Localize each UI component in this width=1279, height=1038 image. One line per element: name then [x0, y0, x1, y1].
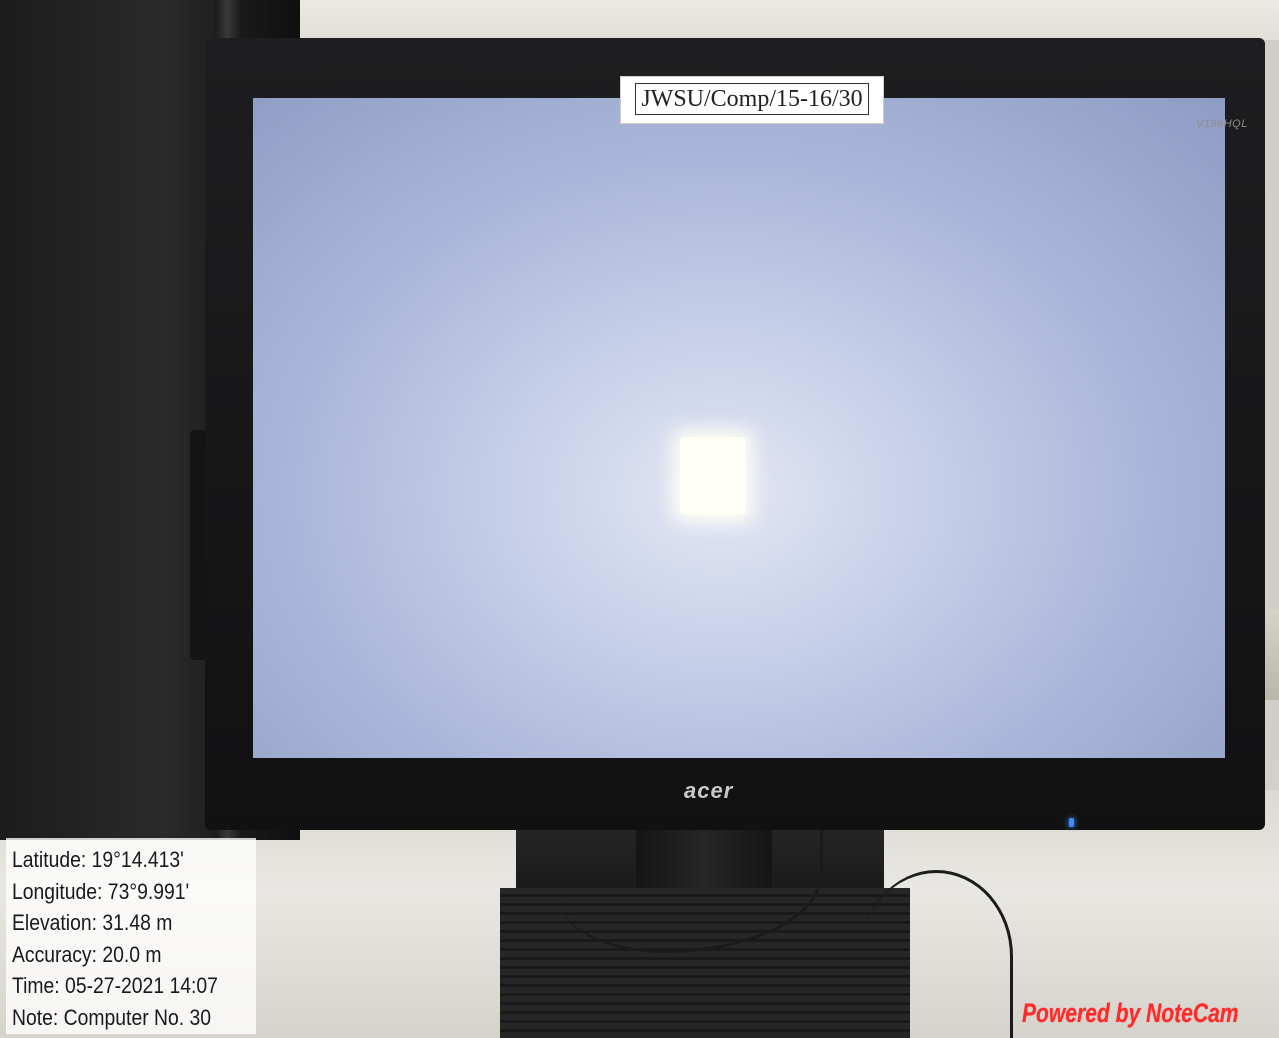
screen-glare	[680, 437, 746, 515]
accuracy-text: Accuracy: 20.0 m	[12, 941, 162, 967]
asset-tag-text: JWSU/Comp/15-16/30	[635, 83, 869, 115]
monitor-screen	[253, 98, 1225, 758]
elevation-text: Elevation: 31.48 m	[12, 910, 173, 935]
note-text: Note: Computer No. 30	[12, 1004, 212, 1030]
asset-tag: JWSU/Comp/15-16/30	[620, 76, 884, 124]
monitor-model-label: V196HQL	[1196, 118, 1248, 130]
latitude-text: Latitude: 19°14.413'	[12, 847, 184, 872]
power-led-icon	[1069, 818, 1074, 827]
monitor-brand-logo: acer	[684, 778, 734, 803]
cable	[860, 870, 1013, 1038]
photo-scene: JWSU/Comp/15-16/30 V196HQL acer Latitude…	[0, 0, 1279, 1038]
gps-stamp-overlay: Latitude: 19°14.413' Longitude: 73°9.991…	[6, 838, 256, 1034]
longitude-text: Longitude: 73°9.991'	[12, 878, 190, 904]
time-text: Time: 05-27-2021 14:07	[12, 973, 218, 998]
notecam-watermark: Powered by NoteCam	[1022, 998, 1239, 1028]
